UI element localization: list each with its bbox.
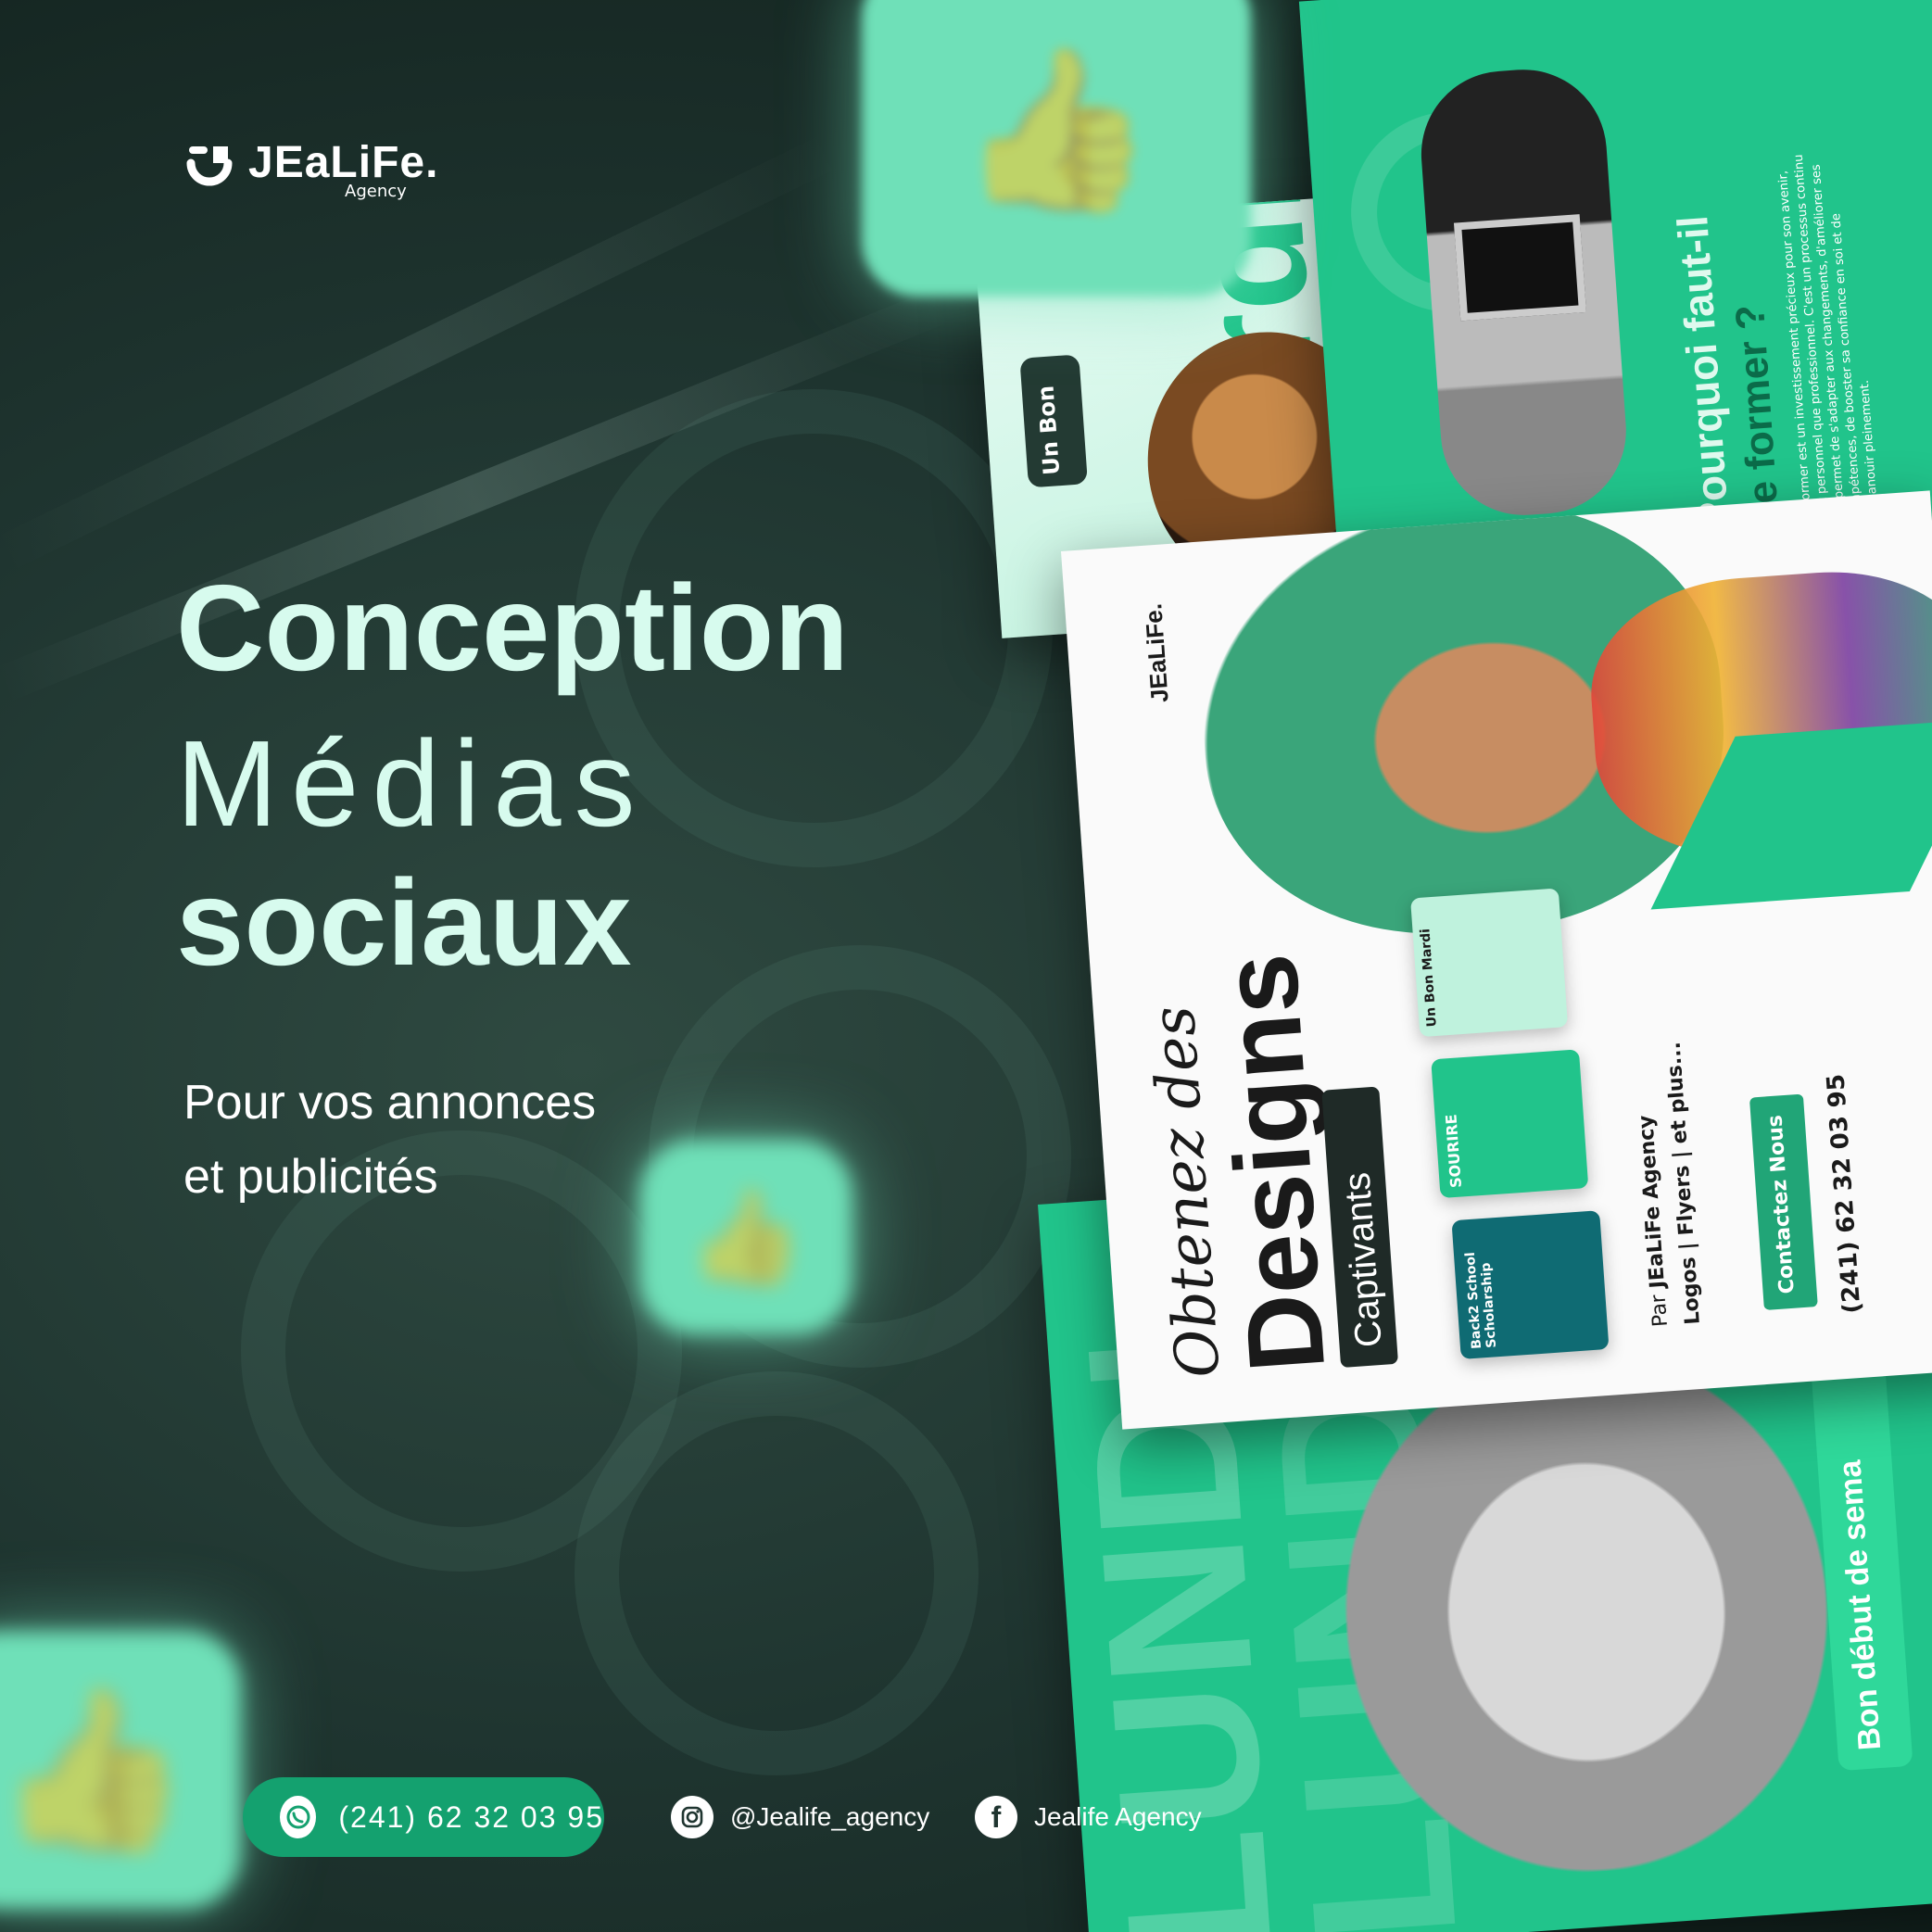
instagram-link[interactable]: @Jealife_agency	[671, 1796, 929, 1838]
card-mardi-badge-text: Un Bon	[1032, 385, 1066, 476]
laptop-shape	[1453, 214, 1587, 322]
thumb-card-back2school: Back2 School Scholarship	[1451, 1210, 1610, 1359]
phone-contact-pill[interactable]: (241) 62 32 03 95	[243, 1777, 604, 1857]
thumb-card-sourire: SOURIRE	[1431, 1049, 1589, 1199]
bg-ring-decoration	[575, 1371, 979, 1775]
thumbs-up-icon: 👍	[958, 38, 1155, 221]
thumb-card-sourire-label: SOURIRE	[1442, 1113, 1465, 1189]
card-lundi-caption-text: Bon début de sema	[1832, 1458, 1888, 1752]
card-designs-byline: Par JEaLiFe Agency	[1635, 1115, 1673, 1328]
thumbs-up-icon: 👍	[0, 1678, 191, 1862]
phone-number: (241) 62 32 03 95	[338, 1799, 604, 1834]
facebook-icon: f	[975, 1796, 1017, 1838]
card-designs-phone: (241) 62 32 03 95	[1822, 1073, 1867, 1315]
thumbs-up-bubble: 👍	[639, 1140, 852, 1334]
subtitle-line-2: et publicités	[183, 1150, 438, 1204]
thumbs-up-icon: 👍	[688, 1182, 804, 1291]
card-designs: JEaLiFe. Obtenez des Designs Captivants …	[1061, 490, 1932, 1430]
whatsapp-icon	[280, 1796, 317, 1838]
thumbs-up-bubble: 👍	[0, 1631, 241, 1909]
brand-name: JEaLiFe.	[248, 138, 439, 187]
facebook-page-name: Jealife Agency	[1034, 1802, 1202, 1831]
thumb-card-mardi-label: Un Bon Mardi	[1418, 928, 1440, 1028]
instagram-icon	[671, 1796, 713, 1838]
card-training-body: Se former est un investissement précieux…	[1775, 154, 1882, 524]
card-designs-cta: Contactez Nous	[1749, 1093, 1818, 1311]
card-designs-logo: JEaLiFe.	[1139, 602, 1174, 703]
service-more: et plus...	[1661, 1041, 1693, 1145]
ad-canvas: Mardi Un Bon Pourquoi faut-il se former …	[0, 0, 1932, 1932]
byline-prefix: Par	[1647, 1294, 1673, 1328]
logo-mark-icon	[186, 146, 233, 186]
headline-line-3: sociaux	[176, 854, 632, 991]
card-designs-tag-text: Captivants	[1336, 1170, 1390, 1349]
card-mardi-badge: Un Bon	[1019, 354, 1088, 488]
byline-name: JEaLiFe Agency	[1635, 1114, 1671, 1290]
brand-tagline: Agency	[345, 182, 407, 201]
subtitle-line-1: Pour vos annonces	[183, 1076, 597, 1130]
headline-line-2: Médias	[176, 715, 649, 852]
facebook-link[interactable]: f Jealife Agency	[975, 1796, 1202, 1838]
headline-line-1: Conception	[176, 560, 849, 696]
card-lundi-person-photo	[1328, 1336, 1846, 1888]
service-flyers: Flyers	[1670, 1164, 1699, 1237]
instagram-handle: @Jealife_agency	[730, 1802, 930, 1831]
card-training-title-1: Pourquoi faut-il	[1668, 213, 1738, 532]
card-logo-text: JEaLiFe.	[1139, 602, 1174, 704]
card-designs-cta-text: Contactez Nous	[1763, 1114, 1799, 1295]
thumbs-up-bubble: 👍	[862, 0, 1251, 297]
service-logos: Logos	[1676, 1256, 1705, 1326]
thumb-card-back2school-label: Back2 School Scholarship	[1462, 1251, 1500, 1350]
thumb-card-mardi: Un Bon Mardi	[1410, 888, 1569, 1038]
